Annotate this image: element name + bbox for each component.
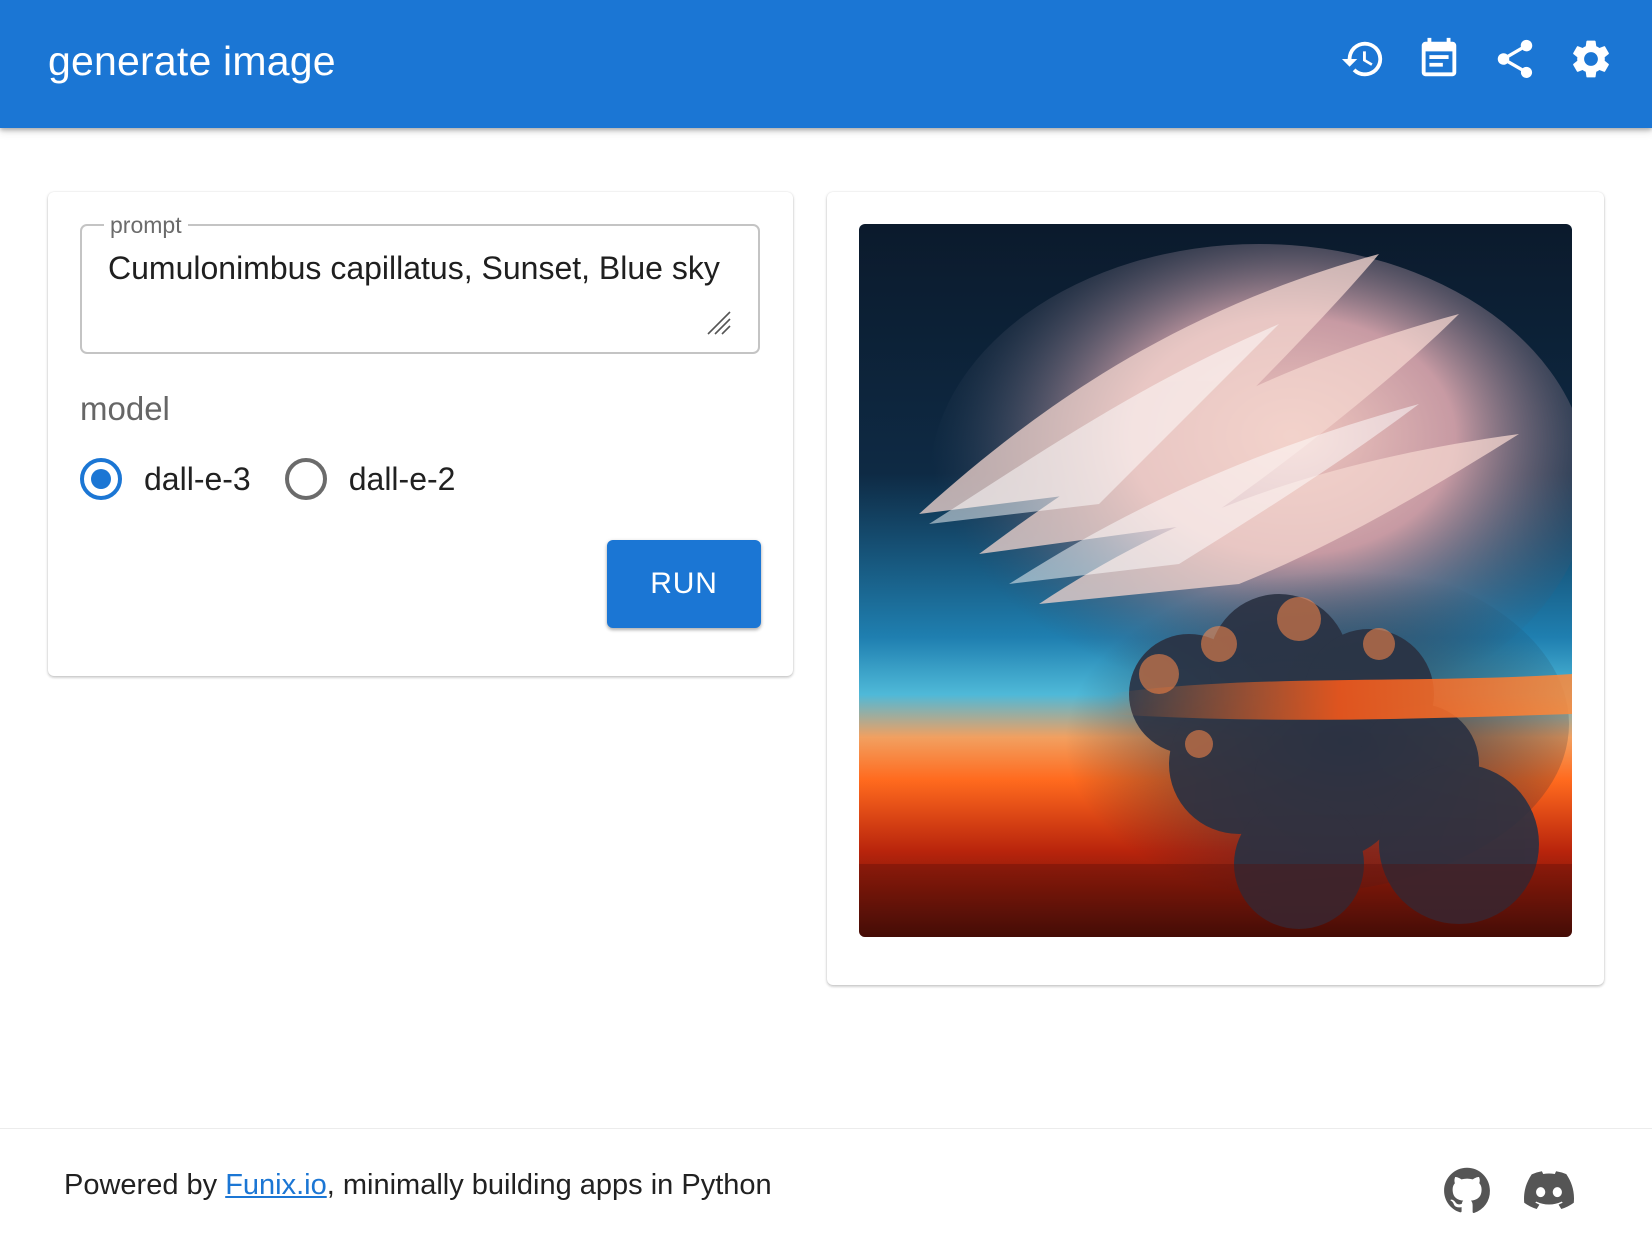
radio-option-dall-e-3[interactable]: dall-e-3 xyxy=(80,458,251,500)
app-bar-actions xyxy=(1340,36,1614,82)
funix-link[interactable]: Funix.io xyxy=(225,1169,327,1201)
history-icon[interactable] xyxy=(1340,36,1386,82)
github-icon[interactable] xyxy=(1442,1165,1492,1215)
footer-text: Powered by Funix.io, minimally building … xyxy=(64,1169,772,1202)
radio-label: dall-e-2 xyxy=(348,460,456,497)
app-bar: generate image xyxy=(0,0,1652,128)
output-card xyxy=(827,192,1604,985)
run-button[interactable]: RUN xyxy=(607,540,761,628)
model-radio-group: dall-e-3 dall-e-2 xyxy=(80,458,455,500)
share-icon[interactable] xyxy=(1492,36,1538,82)
prompt-label: prompt xyxy=(104,212,188,239)
footer-suffix: , minimally building apps in Python xyxy=(326,1169,772,1201)
model-label: model xyxy=(80,390,170,427)
notes-icon[interactable] xyxy=(1416,36,1462,82)
discord-icon[interactable] xyxy=(1524,1165,1575,1215)
app-title: generate image xyxy=(48,38,336,84)
settings-icon[interactable] xyxy=(1568,36,1614,82)
radio-option-dall-e-2[interactable]: dall-e-2 xyxy=(284,458,456,500)
radio-label: dall-e-3 xyxy=(144,460,251,497)
radio-unchecked-icon[interactable] xyxy=(284,458,327,500)
footer-icons xyxy=(1442,1165,1575,1215)
radio-checked-icon[interactable] xyxy=(80,458,122,500)
resize-grip-icon[interactable] xyxy=(706,310,732,336)
prompt-field[interactable]: prompt Cumulonimbus capillatus, Sunset, … xyxy=(80,212,760,354)
generated-image xyxy=(859,224,1572,937)
footer: Powered by Funix.io, minimally building … xyxy=(0,1128,1652,1244)
footer-prefix: Powered by xyxy=(64,1169,226,1201)
input-card: prompt Cumulonimbus capillatus, Sunset, … xyxy=(48,192,793,676)
prompt-input[interactable]: Cumulonimbus capillatus, Sunset, Blue sk… xyxy=(108,244,728,293)
